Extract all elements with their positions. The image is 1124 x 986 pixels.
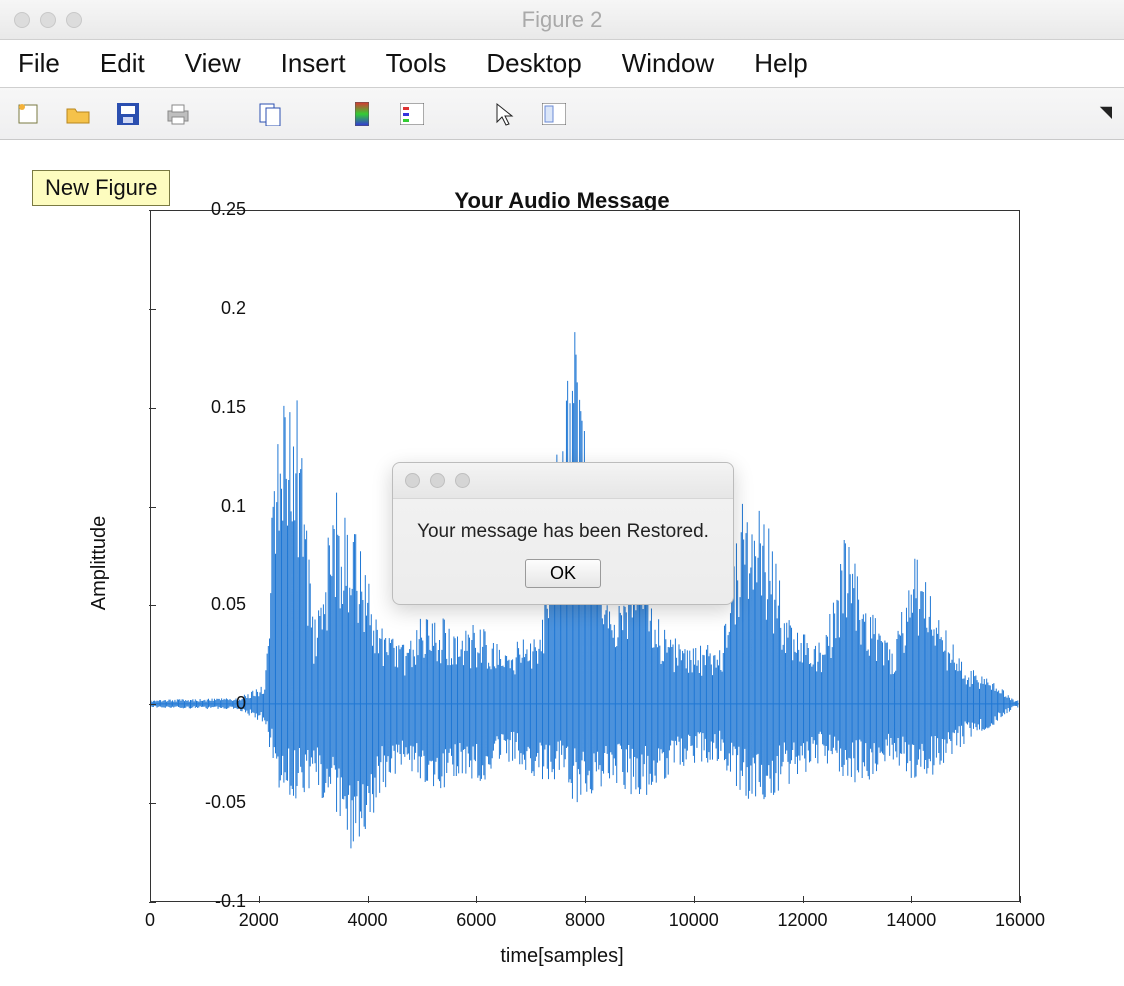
toolbar: ◥ [0, 88, 1124, 140]
menu-insert[interactable]: Insert [281, 48, 346, 79]
message-dialog: Your message has been Restored. OK [392, 462, 734, 605]
x-tick: 8000 [565, 910, 605, 931]
y-axis-label: Amplittude [88, 516, 111, 611]
menu-window[interactable]: Window [622, 48, 714, 79]
data-cursor-icon[interactable] [540, 100, 568, 128]
y-tick: -0.1 [194, 891, 246, 912]
x-tick: 2000 [239, 910, 279, 931]
dialog-minimize-icon[interactable] [430, 473, 445, 488]
zoom-icon[interactable] [66, 12, 82, 28]
print-preview-icon[interactable] [256, 100, 284, 128]
open-icon[interactable] [64, 100, 92, 128]
x-tick: 4000 [347, 910, 387, 931]
x-tick: 16000 [995, 910, 1045, 931]
y-tick: 0.05 [194, 594, 246, 615]
dialog-message: Your message has been Restored. [393, 499, 733, 553]
menu-view[interactable]: View [185, 48, 241, 79]
dialog-titlebar [393, 463, 733, 499]
menu-edit[interactable]: Edit [100, 48, 145, 79]
dialog-zoom-icon[interactable] [455, 473, 470, 488]
x-tick: 6000 [456, 910, 496, 931]
y-tick: -0.05 [194, 792, 246, 813]
x-axis-label: time[samples] [0, 945, 1124, 968]
menu-tools[interactable]: Tools [386, 48, 447, 79]
menubar: File Edit View Insert Tools Desktop Wind… [0, 40, 1124, 88]
window-controls [0, 12, 82, 28]
new-figure-icon[interactable] [14, 100, 42, 128]
y-tick: 0.1 [194, 496, 246, 517]
window-title: Figure 2 [0, 7, 1124, 33]
colorbar-icon[interactable] [348, 100, 376, 128]
legend-icon[interactable] [398, 100, 426, 128]
ok-button[interactable]: OK [525, 559, 601, 588]
y-tick: 0.25 [194, 199, 246, 220]
y-tick: 0.15 [194, 397, 246, 418]
window-titlebar: Figure 2 [0, 0, 1124, 40]
menu-help[interactable]: Help [754, 48, 807, 79]
menu-desktop[interactable]: Desktop [486, 48, 581, 79]
y-tick: 0 [194, 693, 246, 714]
save-icon[interactable] [114, 100, 142, 128]
menu-file[interactable]: File [18, 48, 60, 79]
x-tick: 12000 [777, 910, 827, 931]
x-tick: 14000 [886, 910, 936, 931]
print-icon[interactable] [164, 100, 192, 128]
x-tick: 10000 [669, 910, 719, 931]
pointer-icon[interactable] [490, 100, 518, 128]
minimize-icon[interactable] [40, 12, 56, 28]
dialog-close-icon[interactable] [405, 473, 420, 488]
tooltip-new-figure: New Figure [32, 170, 170, 206]
dock-arrow-icon[interactable]: ◥ [1100, 102, 1112, 122]
y-tick: 0.2 [194, 298, 246, 319]
x-tick: 0 [145, 910, 155, 931]
close-icon[interactable] [14, 12, 30, 28]
